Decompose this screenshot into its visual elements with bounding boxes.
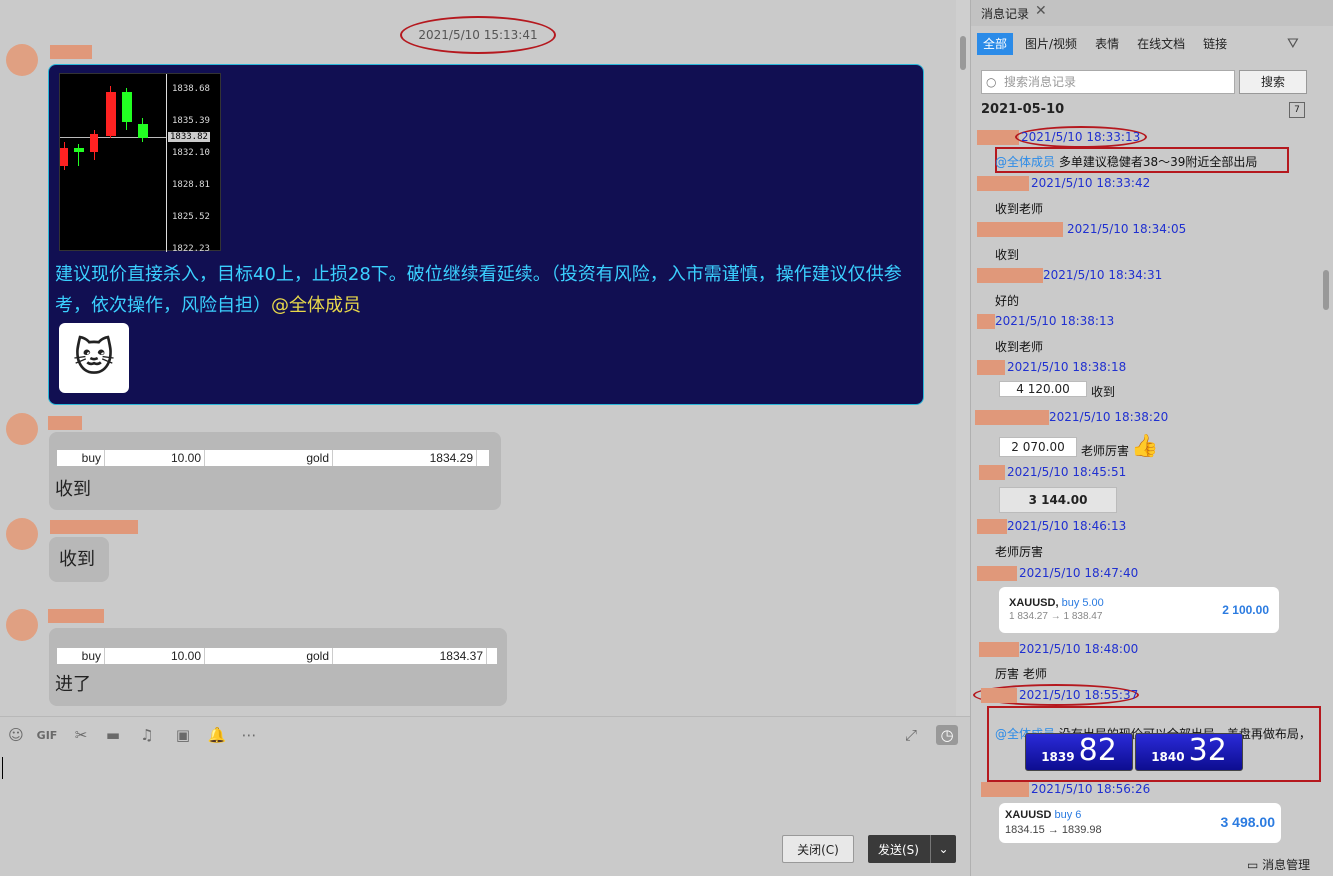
history-text: 好的	[995, 294, 1020, 308]
history-text: 老师厉害	[1081, 444, 1130, 458]
history-text: 收到老师	[995, 202, 1044, 216]
history-timestamp: 2021/5/10 18:56:26	[1031, 782, 1151, 796]
chart-tick-label: 1825.52	[172, 212, 210, 222]
scissors-icon[interactable]: ✂	[70, 725, 92, 745]
chevron-down-icon[interactable]: ⌄	[930, 835, 956, 863]
filter-docs[interactable]: 在线文档	[1131, 33, 1191, 55]
chart-tick-label: 1832.10	[172, 148, 210, 158]
sender-name-redacted	[50, 45, 92, 59]
avatar[interactable]	[6, 44, 38, 76]
app-window: 2021/5/10 15:13:41 1838.68 1835.39 1833.…	[0, 0, 1333, 876]
history-date: 2021-05-10	[981, 102, 1065, 117]
history-timestamp: 2021/5/10 18:38:13	[995, 314, 1115, 328]
gif-icon[interactable]: GIF	[36, 725, 58, 745]
search-input[interactable]: ○ 搜索消息记录	[981, 70, 1235, 94]
message-text: 收到	[59, 549, 95, 570]
more-icon[interactable]: ⋯	[238, 725, 260, 745]
filter-all[interactable]: 全部	[977, 33, 1014, 55]
history-timestamp: 2021/5/10 18:48:00	[1019, 642, 1139, 656]
filter-tabs: 全部 图片/视频 表情 在线文档 链接	[977, 33, 1233, 55]
message-text: 进了	[55, 674, 91, 695]
history-text: 老师厉害	[995, 545, 1044, 559]
history-timestamp: 2021/5/10 18:34:31	[1043, 268, 1163, 282]
avatar[interactable]	[6, 413, 38, 445]
mention-all[interactable]: @全体成员	[271, 295, 361, 316]
history-timestamp: 2021/5/10 18:38:18	[1007, 360, 1127, 374]
message-bubble[interactable]: 收到	[49, 537, 109, 582]
history-panel: 消息记录 ✕ 全部 图片/视频 表情 在线文档 链接 ⛛ ○ 搜索消息记录 搜索 2…	[970, 0, 1333, 876]
history-text: 收到	[995, 248, 1020, 262]
trade-row: buy 10.00 gold 1834.37	[57, 648, 497, 664]
trade-row: buy 10.00 gold 1834.29	[57, 450, 489, 466]
history-tab[interactable]: 消息记录 ✕	[971, 0, 1333, 26]
clock-icon[interactable]: ◷	[936, 725, 958, 745]
history-timestamp: 2021/5/10 18:55:37	[1019, 688, 1139, 702]
history-text: 收到	[1091, 385, 1116, 399]
history-timestamp: 2021/5/10 18:38:20	[1049, 410, 1169, 424]
close-button[interactable]: 关闭(C)	[782, 835, 854, 863]
sender-name-redacted	[50, 520, 138, 534]
close-icon[interactable]: ✕	[1035, 3, 1047, 19]
sticker-image[interactable]: 🐱	[59, 323, 129, 393]
send-button[interactable]: 发送(S) ⌄	[868, 835, 956, 863]
bell-icon[interactable]: 🔔	[206, 725, 228, 745]
price-quote-image[interactable]: 1839 82 1840 32	[1025, 733, 1243, 771]
trade-card[interactable]: XAUUSD, buy 5.00 1 834.27 → 1 838.47 2 1…	[999, 587, 1279, 633]
trade-snapshot[interactable]: 4 120.00	[999, 381, 1087, 397]
chat-icon: ▭	[1247, 858, 1259, 872]
message-text: 收到	[55, 479, 91, 500]
sender-name-redacted	[48, 416, 82, 430]
history-timestamp: 2021/5/10 18:46:13	[1007, 519, 1127, 533]
history-scrollbar[interactable]	[1323, 270, 1329, 310]
history-timestamp: 2021/5/10 18:33:42	[1031, 176, 1151, 190]
history-timestamp: 2021/5/10 18:47:40	[1019, 566, 1139, 580]
search-icon: ○	[986, 75, 997, 89]
filter-stickers[interactable]: 表情	[1089, 33, 1125, 55]
chart-tick-label: 1822.23	[172, 244, 210, 254]
message-bubble[interactable]: buy 10.00 gold 1834.29 收到	[49, 432, 501, 510]
message-timestamp: 2021/5/10 15:13:41	[400, 16, 556, 54]
trade-card[interactable]: XAUUSD buy 6 1834.15 → 1839.98 3 498.00	[999, 803, 1281, 843]
chart-tick-label: 1838.68	[172, 84, 210, 94]
chart-current-price: 1833.82	[168, 132, 210, 142]
trade-snapshot[interactable]: 2 070.00	[999, 437, 1077, 457]
trade-snapshot[interactable]: 3 144.00	[999, 487, 1117, 513]
message-manager-button[interactable]: ▭ 消息管理	[1247, 856, 1310, 873]
chart-tick-label: 1828.81	[172, 180, 210, 190]
message-bubble[interactable]: 1838.68 1835.39 1833.82 1832.10 1828.81 …	[48, 64, 924, 405]
text-input[interactable]	[2, 757, 3, 779]
expand-icon[interactable]: ⤢	[900, 725, 922, 745]
chat-pane: 2021/5/10 15:13:41 1838.68 1835.39 1833.…	[0, 0, 970, 716]
chat-scrollbar[interactable]	[956, 0, 970, 716]
chart-tick-label: 1835.39	[172, 116, 210, 126]
calendar-icon[interactable]: 7	[1289, 102, 1305, 118]
filter-links[interactable]: 链接	[1197, 33, 1233, 55]
history-timestamp: 2021/5/10 18:33:13	[1021, 130, 1141, 144]
filter-icon[interactable]: ⛛	[1287, 36, 1299, 52]
sender-name-redacted	[48, 609, 104, 623]
avatar[interactable]	[6, 518, 38, 550]
filter-media[interactable]: 图片/视频	[1019, 33, 1083, 55]
folder-icon[interactable]: ▬	[102, 725, 124, 745]
history-text: @全体成员 多单建议稳健者38～39附近全部出局	[995, 155, 1258, 169]
image-icon[interactable]: ▣	[172, 725, 194, 745]
input-area: ☺ GIF ✂ ▬ ♫ ▣ 🔔 ⋯ ⤢ ◷ 关闭(C) 发送(S) ⌄	[0, 716, 970, 876]
candlestick-chart-image[interactable]: 1838.68 1835.39 1833.82 1832.10 1828.81 …	[59, 73, 221, 254]
avatar[interactable]	[6, 609, 38, 641]
search-button[interactable]: 搜索	[1239, 70, 1307, 94]
music-icon[interactable]: ♫	[136, 725, 158, 745]
emoji-icon[interactable]: ☺	[5, 725, 27, 745]
history-text: 厉害 老师	[995, 667, 1047, 681]
history-text: 收到老师	[995, 340, 1044, 354]
thumbs-up-icon: 👍	[1131, 434, 1159, 459]
history-timestamp: 2021/5/10 18:34:05	[1067, 222, 1187, 236]
message-bubble[interactable]: buy 10.00 gold 1834.37 进了	[49, 628, 507, 706]
history-timestamp: 2021/5/10 18:45:51	[1007, 465, 1127, 479]
message-text: 建议现价直接杀入，目标40上，止损28下。破位继续看延续。（投资有风险，入市需谨…	[55, 264, 902, 316]
